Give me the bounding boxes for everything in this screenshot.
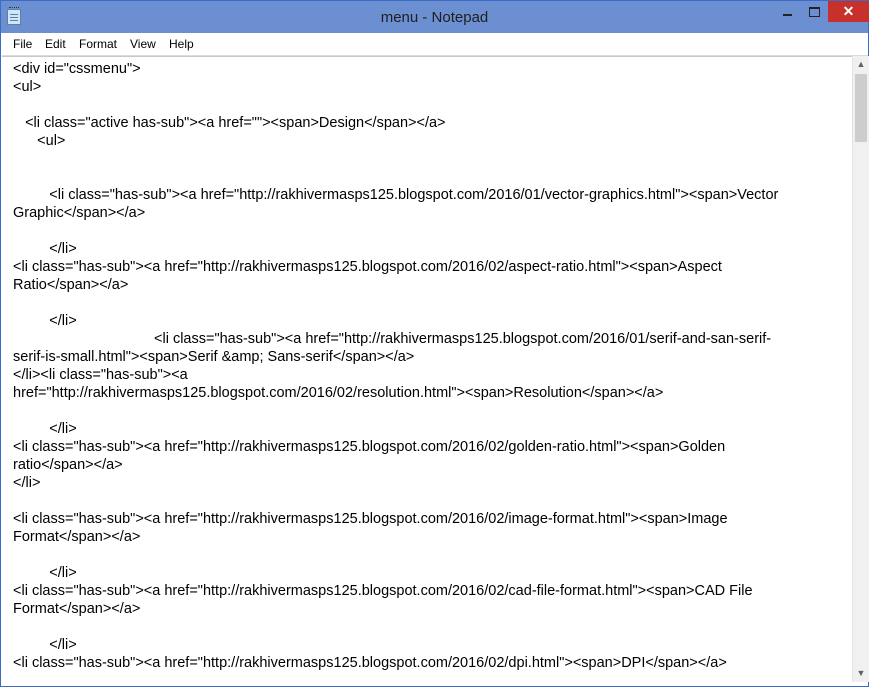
menu-view[interactable]: View xyxy=(130,37,156,51)
menu-file[interactable]: File xyxy=(13,37,32,51)
minimize-button[interactable] xyxy=(773,1,801,22)
editor-line: <li class="has-sub"><a href="http://rakh… xyxy=(13,331,772,347)
close-icon: ✕ xyxy=(842,3,855,19)
menu-format[interactable]: Format xyxy=(79,37,117,51)
editor-line: <ul> xyxy=(13,133,66,149)
editor-line: <li class="has-sub"><a href="http://rakh… xyxy=(13,583,753,599)
editor-line: </li> xyxy=(13,637,77,653)
editor-line: </li> xyxy=(13,241,77,257)
editor-line: <li class="has-sub"><a href="http://rakh… xyxy=(13,439,726,455)
menu-help[interactable]: Help xyxy=(169,37,194,51)
editor-line: ratio</span></a> xyxy=(13,457,123,473)
editor-line: </li> xyxy=(13,565,77,581)
notepad-window: menu - Notepad ✕ File Edit Format View H… xyxy=(0,0,869,687)
vertical-scrollbar[interactable]: ▲ ▼ xyxy=(852,56,869,682)
editor-line: </li> xyxy=(13,421,77,437)
editor-line: <li class="has-sub"><a href="http://rakh… xyxy=(13,511,728,527)
editor-line: Format</span></a> xyxy=(13,601,141,617)
editor-line: <li class="has-sub"><a href="http://rakh… xyxy=(13,187,779,203)
editor-line: <li class="active has-sub"><a href=""><s… xyxy=(13,115,446,131)
window-title: menu - Notepad xyxy=(380,9,489,26)
editor-line: </li> xyxy=(13,475,41,491)
scroll-up-icon[interactable]: ▲ xyxy=(853,56,869,73)
editor-line: <li class="has-sub"><a href="http://rakh… xyxy=(13,655,727,671)
maximize-button[interactable] xyxy=(800,1,828,22)
maximize-icon xyxy=(808,6,820,17)
editor-line: Format</span></a> xyxy=(13,529,141,545)
editor-line: <div id="cssmenu"> xyxy=(13,61,141,77)
scroll-thumb[interactable] xyxy=(855,74,867,142)
menu-bar: File Edit Format View Help xyxy=(2,34,868,56)
scroll-down-icon[interactable]: ▼ xyxy=(853,665,869,682)
editor-line: Ratio</span></a> xyxy=(13,277,129,293)
editor-line: serif-is-small.html"><span>Serif &amp; S… xyxy=(13,349,415,365)
minimize-icon xyxy=(782,14,792,16)
editor-line: Graphic</span></a> xyxy=(13,205,146,221)
editor-line: </li><li class="has-sub"><a xyxy=(13,367,188,383)
editor-line: <ul> xyxy=(13,79,42,95)
close-button[interactable]: ✕ xyxy=(828,1,869,22)
editor-line: <li class="has-sub"><a href="http://rakh… xyxy=(13,259,722,275)
editor-line: </li> xyxy=(13,313,77,329)
menu-edit[interactable]: Edit xyxy=(45,37,66,51)
editor-line: href="http://rakhivermasps125.blogspot.c… xyxy=(13,385,664,401)
text-editor[interactable]: <div id="cssmenu"> <ul> <li class="activ… xyxy=(2,56,852,683)
title-bar[interactable]: menu - Notepad ✕ xyxy=(1,1,869,33)
